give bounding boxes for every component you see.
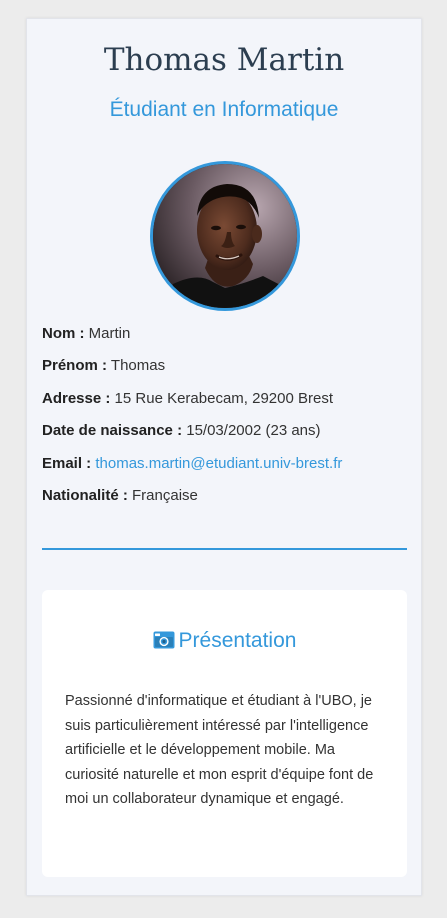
info-list: Nom : Martin Prénom : Thomas Adresse : 1… [42,324,408,518]
avatar [150,161,300,311]
info-row-prenom: Prénom : Thomas [42,356,408,376]
nationalite-value: Française [132,486,198,504]
presentation-section: Présentation Passionné d'informatique et… [42,590,407,877]
info-row-adresse: Adresse : 15 Rue Kerabecam, 29200 Brest [42,389,408,409]
adresse-label: Adresse : [42,389,111,407]
prenom-value: Thomas [110,357,166,375]
presentation-title: Présentation [178,629,297,652]
nom-value: Martin [88,325,131,342]
prenom-label: Prénom : [42,357,108,375]
naissance-label: Date de naissance : [42,422,183,440]
info-row-nationalite: Nationalité : Française [42,486,408,506]
presentation-text: Passionné d'informatique et étudiant à l… [65,693,374,807]
email-link[interactable]: thomas.martin@etudiant.univ-brest.fr [95,455,342,472]
camera-icon [153,629,175,657]
nom-label: Nom : [42,325,85,342]
info-row-naissance: Date de naissance : 15/03/2002 (23 ans) [42,421,408,441]
avatar-photo [153,164,297,308]
profile-name: Thomas Martin [103,42,345,78]
info-row-email: Email : thomas.martin@etudiant.univ-bres… [42,454,408,474]
profile-subtitle: Étudiant en Informatique [109,98,339,121]
section-divider [42,548,407,550]
profile-card: Thomas Martin Étudiant en Informatique N… [26,18,422,896]
adresse-value: 15 Rue Kerabecam, 29200 Brest [114,389,334,407]
email-label: Email : [42,454,92,472]
info-row-nom: Nom : Martin [42,324,408,344]
naissance-value: 15/03/2002 (23 ans) [186,422,321,440]
nationalite-label: Nationalité : [42,486,128,504]
presentation-heading: Présentation [42,627,407,657]
